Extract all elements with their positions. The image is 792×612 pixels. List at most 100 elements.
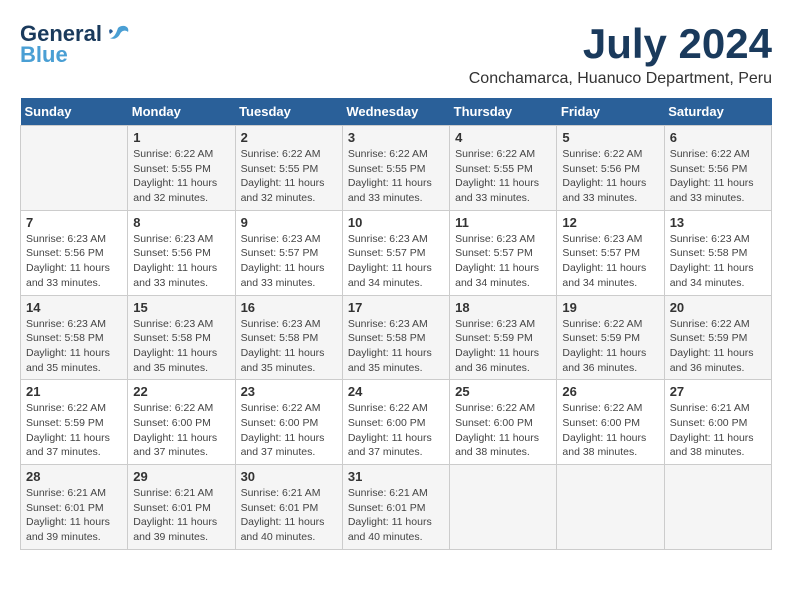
logo: General Blue [20, 20, 132, 68]
day-number: 6 [670, 130, 766, 145]
day-number: 28 [26, 469, 122, 484]
day-number: 11 [455, 215, 551, 230]
day-number: 30 [241, 469, 337, 484]
day-number: 14 [26, 300, 122, 315]
day-number: 31 [348, 469, 444, 484]
day-info: Sunrise: 6:22 AM Sunset: 6:00 PM Dayligh… [133, 401, 229, 460]
calendar-cell: 5 Sunrise: 6:22 AM Sunset: 5:56 PM Daylig… [557, 126, 664, 211]
calendar-cell: 13 Sunrise: 6:23 AM Sunset: 5:58 PM Dayli… [664, 210, 771, 295]
page-header: General Blue July 2024 Conchamarca, Huan… [20, 20, 772, 88]
calendar-cell: 6 Sunrise: 6:22 AM Sunset: 5:56 PM Daylig… [664, 126, 771, 211]
calendar-cell: 3Sunrise: 6:22 AM Sunset: 5:55 PM Daylig… [342, 126, 449, 211]
calendar-cell: 23 Sunrise: 6:22 AM Sunset: 6:00 PM Dayli… [235, 380, 342, 465]
calendar-cell: 29 Sunrise: 6:21 AM Sunset: 6:01 PM Dayli… [128, 465, 235, 550]
day-info: Sunrise: 6:21 AM Sunset: 6:00 PM Dayligh… [670, 401, 766, 460]
day-info: Sunrise: 6:23 AM Sunset: 5:56 PM Dayligh… [133, 232, 229, 291]
day-number: 2 [241, 130, 337, 145]
calendar-cell: 31Sunrise: 6:21 AM Sunset: 6:01 PM Dayli… [342, 465, 449, 550]
calendar-table: SundayMondayTuesdayWednesdayThursdayFrid… [20, 98, 772, 550]
calendar-cell: 18 Sunrise: 6:23 AM Sunset: 5:59 PM Dayli… [450, 295, 557, 380]
day-number: 1 [133, 130, 229, 145]
calendar-cell: 26 Sunrise: 6:22 AM Sunset: 6:00 PM Dayli… [557, 380, 664, 465]
day-info: Sunrise: 6:22 AM Sunset: 5:56 PM Dayligh… [670, 147, 766, 206]
location-subtitle: Conchamarca, Huanuco Department, Peru [469, 70, 772, 88]
calendar-cell: 12 Sunrise: 6:23 AM Sunset: 5:57 PM Dayli… [557, 210, 664, 295]
day-info: Sunrise: 6:23 AM Sunset: 5:57 PM Dayligh… [562, 232, 658, 291]
day-info: Sunrise: 6:23 AM Sunset: 5:57 PM Dayligh… [348, 232, 444, 291]
day-number: 9 [241, 215, 337, 230]
calendar-cell: 11 Sunrise: 6:23 AM Sunset: 5:57 PM Dayli… [450, 210, 557, 295]
day-info: Sunrise: 6:23 AM Sunset: 5:58 PM Dayligh… [670, 232, 766, 291]
day-number: 4 [455, 130, 551, 145]
header-wednesday: Wednesday [342, 98, 449, 126]
day-info: Sunrise: 6:22 AM Sunset: 5:55 PM Dayligh… [133, 147, 229, 206]
calendar-cell [557, 465, 664, 550]
calendar-cell [450, 465, 557, 550]
day-number: 5 [562, 130, 658, 145]
header-friday: Friday [557, 98, 664, 126]
day-number: 21 [26, 384, 122, 399]
calendar-cell: 28 Sunrise: 6:21 AM Sunset: 6:01 PM Dayli… [21, 465, 128, 550]
day-info: Sunrise: 6:21 AM Sunset: 6:01 PM Dayligh… [133, 486, 229, 545]
day-number: 24 [348, 384, 444, 399]
day-info: Sunrise: 6:21 AM Sunset: 6:01 PM Dayligh… [26, 486, 122, 545]
day-info: Sunrise: 6:23 AM Sunset: 5:56 PM Dayligh… [26, 232, 122, 291]
calendar-cell: 17Sunrise: 6:23 AM Sunset: 5:58 PM Dayli… [342, 295, 449, 380]
calendar-week-row: 28 Sunrise: 6:21 AM Sunset: 6:01 PM Dayli… [21, 465, 772, 550]
calendar-cell: 4 Sunrise: 6:22 AM Sunset: 5:55 PM Daylig… [450, 126, 557, 211]
day-number: 27 [670, 384, 766, 399]
day-number: 15 [133, 300, 229, 315]
calendar-cell: 21 Sunrise: 6:22 AM Sunset: 5:59 PM Dayli… [21, 380, 128, 465]
day-info: Sunrise: 6:22 AM Sunset: 6:00 PM Dayligh… [562, 401, 658, 460]
day-info: Sunrise: 6:23 AM Sunset: 5:58 PM Dayligh… [26, 317, 122, 376]
calendar-cell: 20 Sunrise: 6:22 AM Sunset: 5:59 PM Dayli… [664, 295, 771, 380]
header-sunday: Sunday [21, 98, 128, 126]
day-number: 29 [133, 469, 229, 484]
day-info: Sunrise: 6:22 AM Sunset: 5:59 PM Dayligh… [26, 401, 122, 460]
day-number: 19 [562, 300, 658, 315]
header-tuesday: Tuesday [235, 98, 342, 126]
logo-bird-icon [104, 20, 132, 48]
calendar-cell [664, 465, 771, 550]
day-number: 12 [562, 215, 658, 230]
calendar-cell: 30Sunrise: 6:21 AM Sunset: 6:01 PM Dayli… [235, 465, 342, 550]
calendar-cell: 27 Sunrise: 6:21 AM Sunset: 6:00 PM Dayli… [664, 380, 771, 465]
day-info: Sunrise: 6:22 AM Sunset: 5:55 PM Dayligh… [241, 147, 337, 206]
day-info: Sunrise: 6:22 AM Sunset: 5:56 PM Dayligh… [562, 147, 658, 206]
calendar-cell: 1 Sunrise: 6:22 AM Sunset: 5:55 PM Daylig… [128, 126, 235, 211]
logo-blue-text: Blue [20, 42, 68, 68]
calendar-cell: 10 Sunrise: 6:23 AM Sunset: 5:57 PM Dayli… [342, 210, 449, 295]
day-info: Sunrise: 6:23 AM Sunset: 5:59 PM Dayligh… [455, 317, 551, 376]
day-number: 3 [348, 130, 444, 145]
month-year-title: July 2024 [469, 20, 772, 68]
day-info: Sunrise: 6:22 AM Sunset: 5:59 PM Dayligh… [562, 317, 658, 376]
calendar-cell: 8 Sunrise: 6:23 AM Sunset: 5:56 PM Daylig… [128, 210, 235, 295]
calendar-week-row: 21 Sunrise: 6:22 AM Sunset: 5:59 PM Dayli… [21, 380, 772, 465]
calendar-cell: 2 Sunrise: 6:22 AM Sunset: 5:55 PM Daylig… [235, 126, 342, 211]
day-info: Sunrise: 6:22 AM Sunset: 6:00 PM Dayligh… [241, 401, 337, 460]
day-info: Sunrise: 6:23 AM Sunset: 5:58 PM Dayligh… [348, 317, 444, 376]
day-number: 20 [670, 300, 766, 315]
day-number: 25 [455, 384, 551, 399]
day-number: 13 [670, 215, 766, 230]
day-number: 7 [26, 215, 122, 230]
calendar-cell: 24Sunrise: 6:22 AM Sunset: 6:00 PM Dayli… [342, 380, 449, 465]
day-info: Sunrise: 6:23 AM Sunset: 5:58 PM Dayligh… [241, 317, 337, 376]
day-number: 18 [455, 300, 551, 315]
calendar-title-area: July 2024 Conchamarca, Huanuco Departmen… [469, 20, 772, 88]
day-number: 10 [348, 215, 444, 230]
day-info: Sunrise: 6:22 AM Sunset: 5:55 PM Dayligh… [455, 147, 551, 206]
calendar-cell: 15Sunrise: 6:23 AM Sunset: 5:58 PM Dayli… [128, 295, 235, 380]
header-thursday: Thursday [450, 98, 557, 126]
day-info: Sunrise: 6:22 AM Sunset: 5:59 PM Dayligh… [670, 317, 766, 376]
calendar-week-row: 1 Sunrise: 6:22 AM Sunset: 5:55 PM Daylig… [21, 126, 772, 211]
calendar-cell: 19 Sunrise: 6:22 AM Sunset: 5:59 PM Dayli… [557, 295, 664, 380]
calendar-cell: 16Sunrise: 6:23 AM Sunset: 5:58 PM Dayli… [235, 295, 342, 380]
day-number: 26 [562, 384, 658, 399]
calendar-cell: 25Sunrise: 6:22 AM Sunset: 6:00 PM Dayli… [450, 380, 557, 465]
calendar-cell: 9 Sunrise: 6:23 AM Sunset: 5:57 PM Daylig… [235, 210, 342, 295]
day-number: 23 [241, 384, 337, 399]
day-info: Sunrise: 6:23 AM Sunset: 5:57 PM Dayligh… [241, 232, 337, 291]
day-number: 8 [133, 215, 229, 230]
day-info: Sunrise: 6:23 AM Sunset: 5:57 PM Dayligh… [455, 232, 551, 291]
